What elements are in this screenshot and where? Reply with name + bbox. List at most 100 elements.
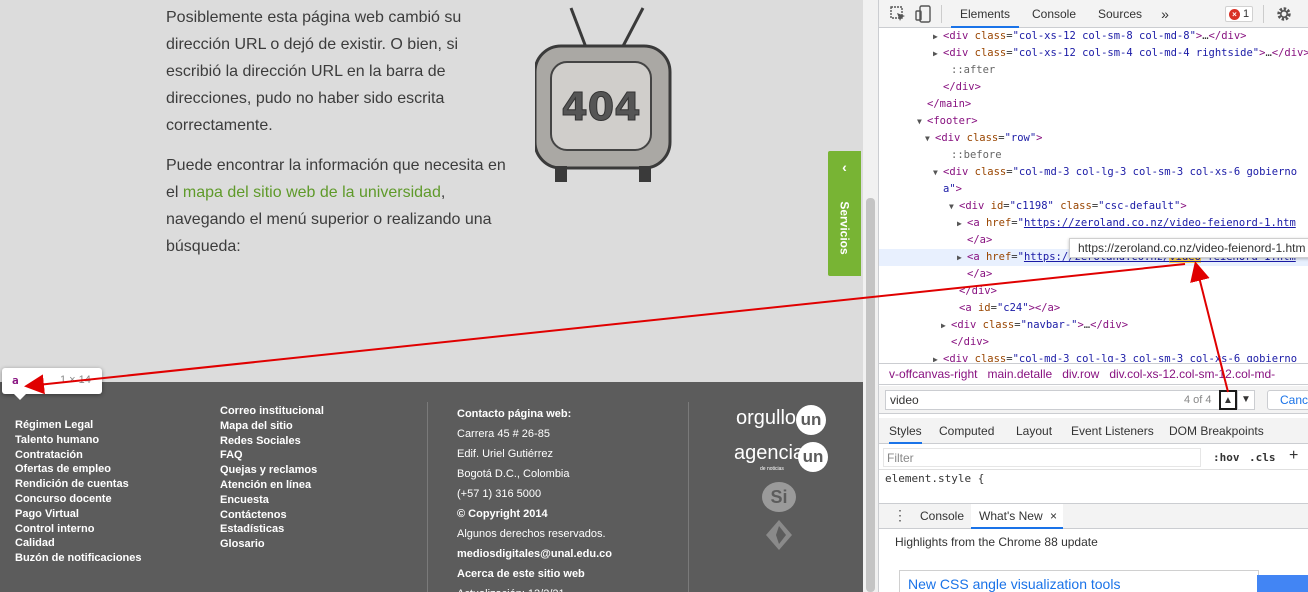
elements-tree[interactable]: ▶ <div class="col-xs-12 col-sm-8 col-md-8… [879, 28, 1308, 362]
footer-link[interactable]: Quejas y reclamos [220, 463, 324, 478]
email-link[interactable]: mediosdigitales@unal.edu.co [457, 544, 612, 564]
device-toolbar-icon[interactable] [915, 5, 933, 23]
expand-toggle-icon[interactable]: ▼ [949, 198, 959, 215]
expand-toggle-icon[interactable]: ▶ [933, 45, 943, 62]
expand-toggle-icon[interactable]: ▼ [933, 164, 943, 181]
dom-node[interactable]: ▼ <div id="c1198" class="csc-default"> [879, 198, 1308, 215]
inspect-element-icon[interactable] [889, 5, 907, 23]
tab-layout[interactable]: Layout [1016, 418, 1052, 444]
dom-node[interactable]: ▶ <div class="col-xs-12 col-sm-8 col-md-8… [879, 28, 1308, 45]
dom-node[interactable]: </a> [879, 266, 1308, 283]
cls-toggle[interactable]: .cls [1249, 451, 1276, 464]
footer-link[interactable]: Encuesta [220, 493, 324, 508]
dom-node-markup: <div class="navbar-">…</div> [951, 319, 1129, 331]
error-counter[interactable]: × 1 [1225, 6, 1253, 22]
footer-link[interactable]: Glosario [220, 537, 324, 552]
sitemap-link[interactable]: mapa del sitio web de la universidad [183, 184, 441, 201]
dom-node[interactable]: ▶ <div class="col-md-3 col-lg-3 col-sm-3 … [879, 351, 1308, 362]
footer-link[interactable]: Control interno [15, 522, 142, 537]
dom-node[interactable]: ▼ <div class="col-md-3 col-lg-3 col-sm-3 … [879, 164, 1308, 181]
tab-event-listeners[interactable]: Event Listeners [1071, 418, 1154, 444]
agencia-logo[interactable]: agencia [734, 442, 804, 465]
about-link[interactable]: Acerca de este sitio web [457, 564, 612, 584]
footer-link[interactable]: Estadísticas [220, 522, 324, 537]
footer-divider [427, 402, 428, 592]
footer-link[interactable]: FAQ [220, 448, 324, 463]
dom-node[interactable]: a"> [879, 181, 1308, 198]
more-tabs-icon[interactable]: » [1155, 0, 1175, 28]
dom-node[interactable]: ▶ <div class="navbar-">…</div> [879, 317, 1308, 334]
footer-link[interactable]: Atención en línea [220, 478, 324, 493]
footer-link[interactable]: Rendición de cuentas [15, 477, 142, 492]
search-prev-button[interactable]: ▲ [1219, 390, 1237, 410]
search-next-button[interactable]: ▼ [1237, 390, 1255, 410]
footer-link[interactable]: Contáctenos [220, 508, 324, 523]
tab-styles[interactable]: Styles [889, 418, 922, 444]
footer-link[interactable]: Buzón de notificaciones [15, 551, 142, 566]
drawer-tab-whats-new[interactable]: What's New × [971, 504, 1063, 529]
tab-console[interactable]: Console [1025, 0, 1083, 28]
orgullo-logo[interactable]: orgullo [736, 407, 796, 430]
dom-node-markup: <a href="https://zeroland.co.nz/video-fe… [967, 217, 1296, 229]
dom-node[interactable]: </div> [879, 334, 1308, 351]
footer-divider [688, 402, 689, 592]
contact-line: Edif. Uriel Gutiérrez [457, 448, 553, 460]
footer-link[interactable]: Contratación [15, 448, 142, 463]
element-style-rule: element.style { [885, 472, 985, 485]
footer-link[interactable]: Mapa del sitio [220, 419, 324, 434]
footer-link[interactable]: Talento humano [15, 433, 142, 448]
footer-link[interactable]: Pago Virtual [15, 507, 142, 522]
dom-node[interactable]: ::before [879, 147, 1308, 164]
expand-toggle-icon[interactable]: ▶ [957, 249, 967, 266]
drawer-tab-console[interactable]: Console [915, 504, 969, 529]
dom-node-markup: <footer> [927, 115, 978, 127]
scrollbar-thumb[interactable] [866, 198, 875, 592]
footer-link[interactable]: Correo institucional [220, 404, 324, 419]
footer-col-contact: Contacto página web: Carrera 45 # 26-85 E… [457, 404, 612, 592]
tab-dom-breakpoints[interactable]: DOM Breakpoints [1169, 418, 1264, 444]
add-rule-button[interactable]: + [1289, 447, 1298, 465]
search-input[interactable]: video 4 of 4 [885, 390, 1225, 410]
tab-computed[interactable]: Computed [939, 418, 994, 444]
dom-node-markup: </div> [943, 81, 981, 93]
dom-node[interactable]: ▶ <div class="col-xs-12 col-sm-4 col-md-4… [879, 45, 1308, 62]
breadcrumb-item[interactable]: div.row [1062, 367, 1099, 381]
dom-node[interactable]: </div> [879, 79, 1308, 96]
dom-node[interactable]: ::after [879, 62, 1308, 79]
breadcrumb-item[interactable]: v-offcanvas-right [889, 367, 977, 381]
close-icon[interactable]: × [1050, 509, 1057, 523]
search-cancel-button[interactable]: Cancel [1267, 390, 1308, 410]
servicios-side-tab[interactable]: ‹ Servicios [828, 151, 861, 276]
expand-toggle-icon[interactable]: ▶ [933, 351, 943, 362]
page-scrollbar[interactable] [863, 0, 878, 592]
footer-link[interactable]: Redes Sociales [220, 434, 324, 449]
footer-link[interactable]: Ofertas de empleo [15, 462, 142, 477]
footer-link[interactable]: Concurso docente [15, 492, 142, 507]
tab-sources[interactable]: Sources [1091, 0, 1149, 28]
filter-input[interactable] [883, 448, 1201, 467]
dom-node[interactable]: ▶ <a href="https://zeroland.co.nz/video-f… [879, 215, 1308, 232]
hov-toggle[interactable]: :hov [1213, 451, 1240, 464]
expand-toggle-icon[interactable]: ▼ [917, 113, 927, 130]
drawer-menu-icon[interactable]: ⋮ [893, 506, 907, 524]
breadcrumb-item[interactable]: main.detalle [987, 367, 1052, 381]
expand-toggle-icon[interactable]: ▶ [933, 28, 943, 45]
dom-node[interactable]: </main> [879, 96, 1308, 113]
dom-node[interactable]: ▼ <div class="row"> [879, 130, 1308, 147]
dom-node[interactable]: </div> [879, 283, 1308, 300]
gear-icon[interactable] [1275, 5, 1293, 23]
footer-link[interactable]: Régimen Legal [15, 418, 142, 433]
si-logo[interactable]: Si [762, 482, 796, 512]
expand-toggle-icon[interactable]: ▼ [925, 130, 935, 147]
footer-link[interactable]: Calidad [15, 536, 142, 551]
tab-elements[interactable]: Elements [951, 0, 1019, 28]
breadcrumb-item[interactable]: div.col-xs-12.col-sm-12.col-md- [1109, 367, 1275, 381]
dom-node[interactable]: ▼ <footer> [879, 113, 1308, 130]
whats-new-item[interactable]: New CSS angle visualization tools [908, 576, 1120, 592]
expand-toggle-icon[interactable]: ▶ [941, 317, 951, 334]
arrow-logo-icon[interactable] [766, 520, 792, 550]
whats-new-card[interactable]: New CSS angle visualization tools [899, 570, 1259, 592]
dom-node[interactable]: <a id="c24"></a> [879, 300, 1308, 317]
expand-toggle-icon[interactable]: ▶ [957, 215, 967, 232]
agencia-text: agencia [734, 442, 805, 464]
